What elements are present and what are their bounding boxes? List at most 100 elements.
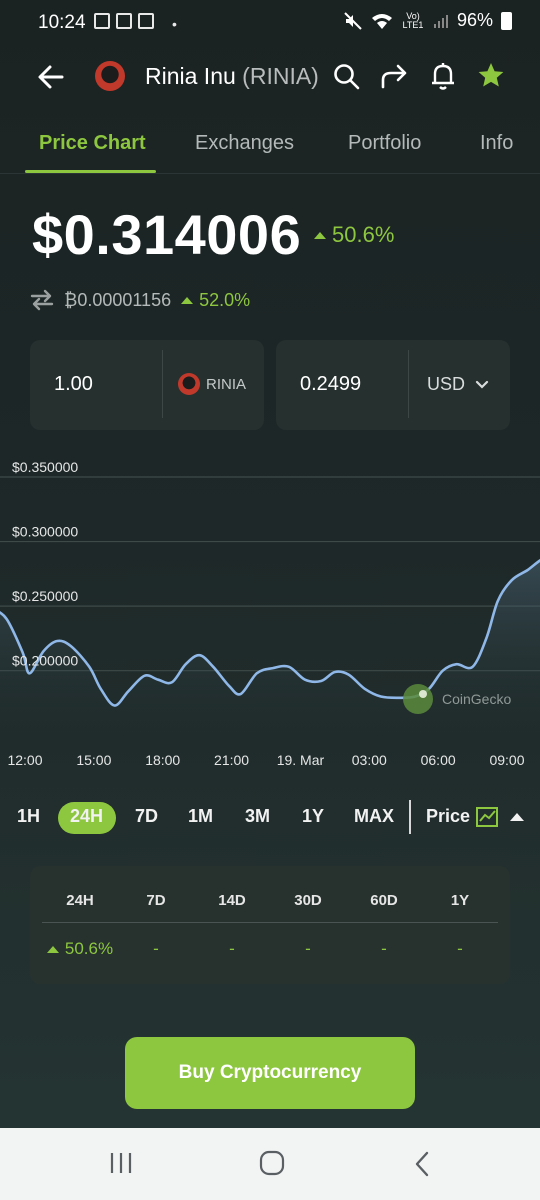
btc-price-row: ₿0.00001156 52.0%	[30, 289, 250, 311]
mute-icon	[344, 11, 362, 30]
up-arrow-icon	[181, 296, 194, 304]
coingecko-logo-icon	[403, 684, 433, 714]
chart-x-tick-label: 15:00	[76, 752, 111, 768]
chart-type-label: Price	[426, 806, 471, 826]
app-header: Rinia Inu (RINIA)	[0, 50, 540, 104]
converter-value-box[interactable]: 0.2499 USD	[276, 340, 510, 430]
perf-value-7d: -	[153, 939, 159, 958]
range-3m[interactable]: 3M	[245, 806, 270, 827]
converter-divider	[162, 350, 163, 418]
status-time: 10:24	[38, 12, 86, 33]
perf-value-24h-text: 50.6%	[64, 939, 114, 958]
tab-price-chart[interactable]: Price Chart	[39, 132, 146, 155]
btc-price: ₿0.00001156	[64, 289, 172, 310]
chart-x-tick-label: 19. Mar	[277, 752, 325, 768]
range-7d[interactable]: 7D	[135, 806, 158, 827]
chart-type-toggle[interactable]: Price	[426, 806, 525, 827]
chart-y-tick-label: $0.350000	[12, 459, 78, 475]
up-arrow-icon	[46, 945, 59, 953]
swap-icon[interactable]	[30, 289, 54, 311]
converter-value[interactable]: 0.2499	[300, 373, 361, 396]
converter-amount[interactable]: 1.00	[54, 373, 93, 396]
coingecko-logo-eye	[419, 690, 427, 698]
tab-portfolio[interactable]: Portfolio	[348, 132, 421, 155]
rinia-token-icon	[178, 373, 200, 395]
price-change-value: 50.6%	[332, 222, 395, 247]
chart-y-tick-label: $0.300000	[12, 524, 78, 540]
signal-icon	[433, 14, 448, 28]
chart-x-tick-label: 21:00	[214, 752, 249, 768]
recent-apps-icon[interactable]	[108, 1150, 134, 1176]
range-separator	[409, 800, 411, 834]
perf-header-7d: 7D	[146, 892, 166, 909]
perf-header-30d: 30D	[294, 892, 322, 909]
perf-header-60d: 60D	[370, 892, 398, 909]
btc-change: 52.0%	[181, 290, 250, 311]
price-usd: $0.314006	[32, 203, 302, 266]
status-bar: 10:24 • Vo) LTE1 96%	[0, 0, 540, 46]
system-nav-bar	[0, 1128, 540, 1200]
currency-select[interactable]: USD	[427, 374, 489, 395]
range-1y[interactable]: 1Y	[302, 806, 324, 827]
coingecko-watermark-text: CoinGecko	[442, 691, 511, 707]
range-max[interactable]: MAX	[354, 806, 394, 827]
tab-exchanges[interactable]: Exchanges	[195, 132, 294, 155]
wifi-icon	[371, 13, 392, 29]
windows-notification-icon	[138, 13, 154, 29]
converter-amount-box[interactable]: 1.00 RINIA	[30, 340, 264, 430]
chart-x-tick-label: 18:00	[145, 752, 180, 768]
network-label: Vo) LTE1	[402, 10, 424, 30]
converter-divider	[408, 350, 409, 418]
collapse-arrow-icon	[510, 812, 525, 821]
range-24h[interactable]: 24H	[70, 806, 103, 827]
perf-value-60d: -	[381, 939, 387, 958]
buy-cryptocurrency-button[interactable]: Buy Cryptocurrency	[125, 1037, 415, 1109]
chevron-down-icon	[475, 380, 489, 389]
currency-label: USD	[427, 374, 466, 394]
star-icon[interactable]	[477, 61, 505, 89]
up-arrow-icon	[314, 231, 326, 239]
coin-title: Rinia Inu (RINIA)	[145, 63, 319, 90]
chart-x-tick-label: 06:00	[421, 752, 456, 768]
more-notifications-dot: •	[172, 16, 177, 32]
tab-bar: Price Chart Exchanges Portfolio Info	[0, 118, 540, 174]
chart-x-tick-label: 03:00	[352, 752, 387, 768]
range-1h[interactable]: 1H	[17, 806, 40, 827]
perf-value-30d: -	[305, 939, 311, 958]
perf-header-14d: 14D	[218, 892, 246, 909]
perf-header-24h: 24H	[66, 892, 94, 909]
tab-info[interactable]: Info	[480, 132, 513, 155]
perf-value-24h: 50.6%	[42, 939, 118, 959]
battery-percent: 96%	[456, 10, 493, 30]
home-icon[interactable]	[258, 1149, 286, 1177]
price-chart[interactable]: CoinGecko $0.350000 $0.300000 $0.250000 $0.…	[0, 450, 540, 780]
windows-notification-icon	[116, 13, 132, 29]
back-arrow-icon[interactable]	[34, 60, 68, 94]
share-icon[interactable]	[379, 62, 409, 90]
price-change-24h: 50.6%	[314, 222, 394, 248]
coin-logo	[95, 61, 125, 91]
active-tab-indicator	[25, 170, 156, 173]
chart-area-fill	[0, 560, 540, 740]
nav-back-icon[interactable]	[412, 1150, 432, 1178]
bell-icon[interactable]	[429, 61, 457, 91]
perf-value-14d: -	[229, 939, 235, 958]
notification-icons	[94, 13, 154, 29]
chart-y-tick-label: $0.250000	[12, 588, 78, 604]
search-icon[interactable]	[332, 62, 360, 90]
coin-name: Rinia Inu	[145, 63, 236, 89]
perf-divider	[42, 922, 498, 923]
range-1m[interactable]: 1M	[188, 806, 213, 827]
chart-y-tick-label: $0.200000	[12, 653, 78, 669]
time-range-selector: 1H 24H 7D 1M 3M 1Y MAX Price	[0, 800, 540, 838]
chart-x-tick-label: 09:00	[489, 752, 524, 768]
gallery-notification-icon	[94, 13, 110, 29]
btc-change-value: 52.0%	[199, 289, 251, 310]
status-right: Vo) LTE1 96%	[343, 10, 512, 31]
converter-token: RINIA	[206, 376, 247, 393]
battery-icon	[501, 11, 512, 30]
perf-header-1y: 1Y	[450, 892, 470, 909]
coin-symbol: (RINIA)	[242, 63, 319, 89]
performance-table: 24H 7D 14D 30D 60D 1Y 50.6% - - - - -	[30, 866, 510, 984]
perf-value-1y: -	[457, 939, 463, 958]
